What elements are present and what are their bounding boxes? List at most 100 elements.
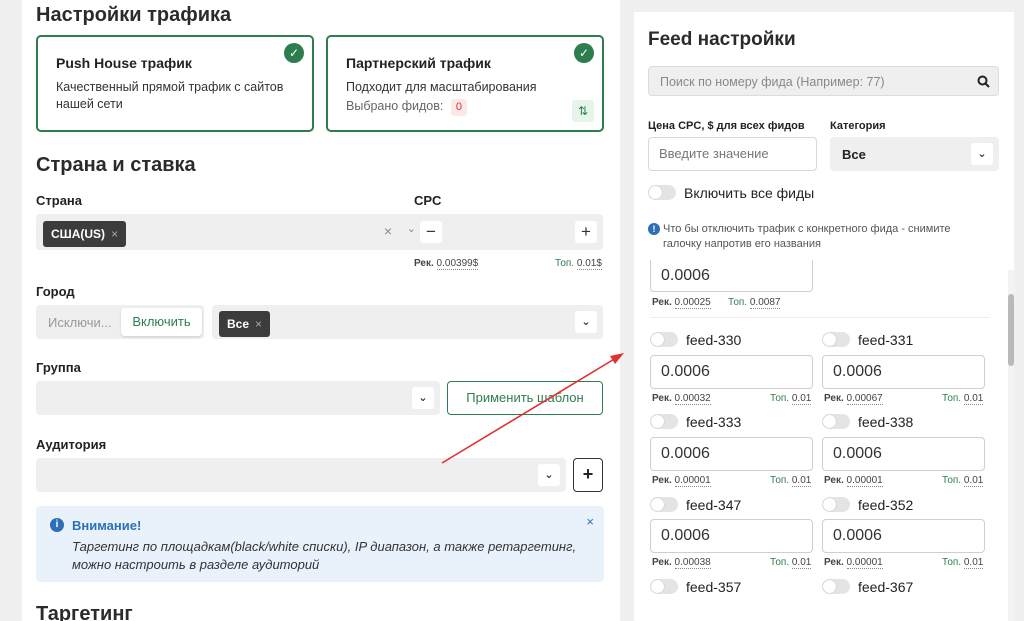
feed-top: Топ. 0.01 xyxy=(942,393,984,405)
close-icon[interactable]: × xyxy=(586,514,594,529)
card-desc: Качественный прямой трафик с сайтов наше… xyxy=(56,80,284,111)
notice-title: Внимание! xyxy=(72,518,142,533)
notice-text: Таргетинг по площадкам(black/white списк… xyxy=(72,539,577,572)
chevron-down-icon[interactable]: ⌄ xyxy=(971,143,993,165)
cpc-label: CPC xyxy=(414,193,442,208)
card-desc: Подходит для масштабирования xyxy=(346,80,537,94)
selected-feeds-label: Выбрано фидов: xyxy=(346,99,444,113)
group-select[interactable]: ⌄ xyxy=(36,381,440,415)
feed-list-scrollbar[interactable] xyxy=(1008,270,1014,621)
search-icon[interactable] xyxy=(977,75,990,88)
feed-cpc-input[interactable]: 0.0006 xyxy=(822,519,985,553)
feed-search-input[interactable]: Поиск по номеру фида (Например: 77) xyxy=(648,66,999,96)
country-tag[interactable]: США(US) × xyxy=(43,221,127,247)
feed-search-placeholder: Поиск по номеру фида (Например: 77) xyxy=(660,75,885,89)
traffic-settings-panel: Настройки трафика Push House трафик Каче… xyxy=(22,0,620,621)
feed-cpc-input[interactable]: 0.0006 xyxy=(650,519,813,553)
feed-rec: Рек. 0.00032 xyxy=(652,393,711,405)
feed-top: Топ. 0.01 xyxy=(770,475,812,487)
feed-cpc-input[interactable]: 0.0006 xyxy=(822,355,985,389)
rec-label: Рек. xyxy=(824,557,844,568)
city-tag[interactable]: Все × xyxy=(219,311,271,337)
sliders-icon[interactable]: ⇅ xyxy=(572,100,594,122)
feed-top: Топ. 0.01 xyxy=(942,475,984,487)
feed-name: feed-347 xyxy=(686,497,742,513)
check-icon: ✓ xyxy=(284,43,304,63)
rec-label: Рек. xyxy=(652,475,672,486)
cpc-stepper[interactable]: − + xyxy=(414,214,603,250)
include-button[interactable]: Включить xyxy=(121,308,202,336)
city-tag-label: Все xyxy=(227,317,250,331)
category-label: Категория xyxy=(830,120,886,132)
feed-top: Топ. 0.01 xyxy=(770,393,812,405)
country-tag-label: США(US) xyxy=(51,227,106,241)
feed-top: Топ. 0.0087 xyxy=(728,297,781,309)
feed-toggle[interactable] xyxy=(650,414,678,429)
feed-toggle[interactable] xyxy=(822,579,850,594)
top-value: 0.01$ xyxy=(576,258,602,270)
feed-name: feed-330 xyxy=(686,332,742,348)
group-label: Группа xyxy=(36,360,81,375)
city-mode-switch[interactable]: Исключи... Включить xyxy=(36,305,204,339)
feed-settings-panel: Feed настройки Поиск по номеру фида (Нап… xyxy=(634,12,1014,621)
country-label: Страна xyxy=(36,193,83,208)
top-value: 0.01 xyxy=(963,393,984,405)
feed-name: feed-331 xyxy=(858,332,914,348)
info-icon: ! xyxy=(648,223,660,235)
feed-top: Топ. 0.01 xyxy=(942,557,984,569)
feed-rec: Рек. 0.00001 xyxy=(824,557,883,569)
divider xyxy=(650,317,990,318)
push-house-traffic-card[interactable]: Push House трафик Качественный прямой тр… xyxy=(36,35,314,132)
feed-rec: Рек. 0.00001 xyxy=(652,475,711,487)
rec-value: 0.00067 xyxy=(846,393,883,405)
feed-toggle[interactable] xyxy=(650,579,678,594)
category-select[interactable]: Все ⌄ xyxy=(830,137,999,171)
partner-traffic-card[interactable]: Партнерский трафик Подходит для масштаби… xyxy=(326,35,604,132)
rec-label: Рек. xyxy=(414,258,434,269)
rec-label: Рек. xyxy=(824,393,844,404)
exclude-option[interactable]: Исключи... xyxy=(48,315,112,330)
country-select[interactable]: США(US) × × ⌄ xyxy=(36,214,426,250)
feed-top: Топ. 0.01 xyxy=(770,557,812,569)
remove-tag-icon[interactable]: × xyxy=(111,227,118,241)
feed-cpc-input[interactable]: 0.0006 xyxy=(650,260,813,292)
remove-tag-icon[interactable]: × xyxy=(255,317,262,331)
apply-template-button[interactable]: Применить шаблон xyxy=(447,381,603,415)
feed-toggle[interactable] xyxy=(822,414,850,429)
top-value: 0.01 xyxy=(791,475,812,487)
enable-all-toggle[interactable] xyxy=(648,185,676,200)
chevron-down-icon[interactable]: ⌄ xyxy=(575,311,597,333)
chevron-down-icon[interactable]: ⌄ xyxy=(538,464,560,486)
feed-toggle[interactable] xyxy=(650,497,678,512)
feed-toggle[interactable] xyxy=(822,497,850,512)
audience-select[interactable]: ⌄ xyxy=(36,458,566,492)
feed-cpc-input[interactable]: 0.0006 xyxy=(822,437,985,471)
cpc-all-input[interactable]: Введите значение xyxy=(648,137,817,171)
feed-cpc-input[interactable]: 0.0006 xyxy=(650,437,813,471)
audience-add-button[interactable]: + xyxy=(573,458,603,492)
top-label: Топ. xyxy=(555,258,575,269)
feed-name: feed-357 xyxy=(686,579,742,595)
rec-value: 0.00038 xyxy=(674,557,711,569)
feed-cpc-input[interactable]: 0.0006 xyxy=(650,355,813,389)
feed-hint: Что бы отключить трафик с конкретного фи… xyxy=(663,223,951,250)
cpc-plus-button[interactable]: + xyxy=(575,221,597,243)
rec-value: 0.00032 xyxy=(674,393,711,405)
info-icon: i xyxy=(50,518,64,532)
rec-value: 0.00001 xyxy=(846,557,883,569)
rec-value: 0.00001 xyxy=(846,475,883,487)
country-rate-title: Страна и ставка xyxy=(36,154,196,176)
top-label: Топ. xyxy=(770,557,790,568)
feed-rec: Рек. 0.00067 xyxy=(824,393,883,405)
cpc-minus-button[interactable]: − xyxy=(420,221,442,243)
cpc-rec: Рек. 0.00399$ xyxy=(414,258,479,270)
feed-toggle[interactable] xyxy=(822,332,850,347)
enable-all-label: Включить все фиды xyxy=(684,185,815,201)
scrollbar-thumb[interactable] xyxy=(1008,294,1014,366)
city-select[interactable]: Все × ⌄ xyxy=(212,305,603,339)
selected-feeds-count: 0 xyxy=(450,99,467,116)
clear-icon[interactable]: × xyxy=(384,223,392,239)
rec-label: Рек. xyxy=(652,557,672,568)
feed-toggle[interactable] xyxy=(650,332,678,347)
chevron-down-icon[interactable]: ⌄ xyxy=(412,387,434,409)
